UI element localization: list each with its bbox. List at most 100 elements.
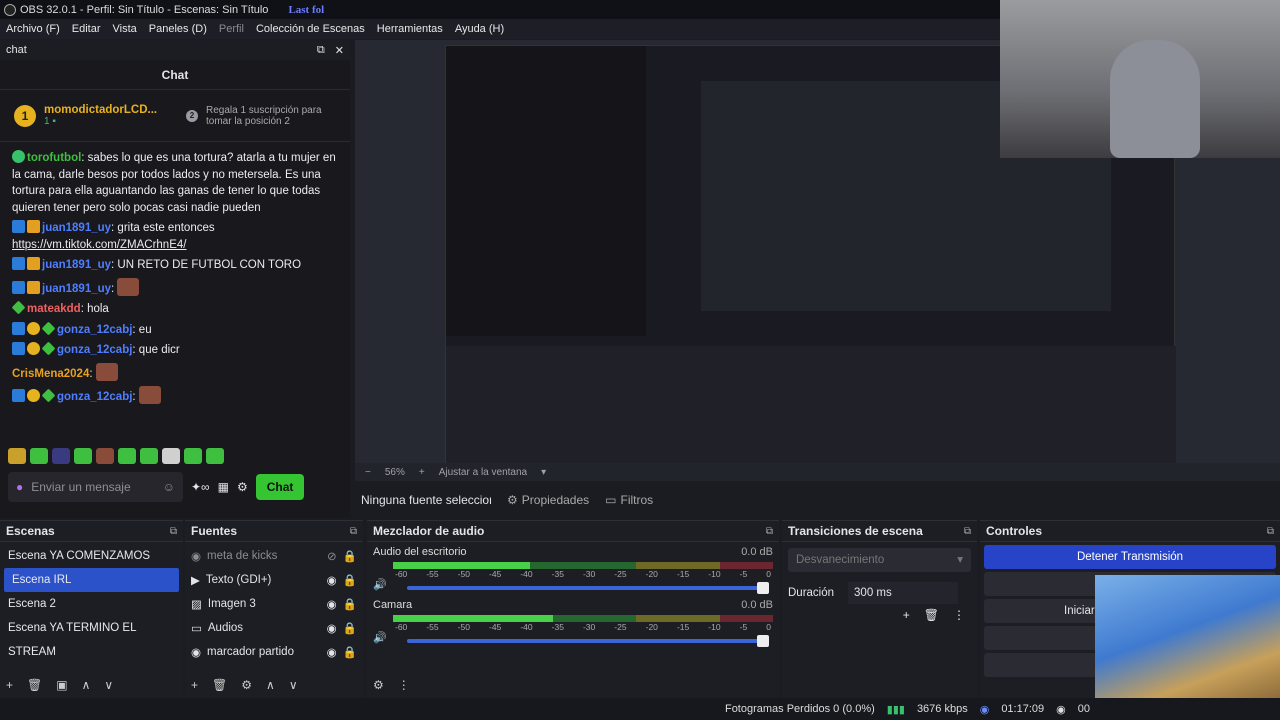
chat-user[interactable]: CrisMena2024 [12,368,89,380]
add-icon[interactable]: + [6,678,13,692]
emote-icon[interactable] [206,448,224,464]
menu-editar[interactable]: Editar [66,23,107,35]
chat-user[interactable]: mateakdd [27,303,81,315]
points-icon[interactable]: ✦∞ [191,480,210,494]
menu-coleccion[interactable]: Colección de Escenas [250,23,371,35]
emote-icon[interactable] [140,448,158,464]
chat-link[interactable]: https://vm.tiktok.com/ZMACrhnE4/ [12,239,186,251]
speaker-icon[interactable]: 🔊 [373,631,387,644]
volume-slider[interactable] [406,634,769,647]
undock-icon[interactable]: ⧉ [350,526,357,537]
trash-icon[interactable]: 🗑 [924,608,939,622]
emote-icon[interactable] [8,448,26,464]
transition-select[interactable]: Desvanecimiento ▾ [788,548,971,572]
mic-icon[interactable]: ● [16,480,23,494]
chat-user[interactable]: gonza_12cabj [57,324,132,336]
settings-icon[interactable]: ⚙ [237,480,248,494]
chat-user[interactable]: juan1891_uy [42,283,111,295]
down-icon[interactable]: ∨ [289,678,298,692]
zoom-out-icon[interactable]: − [365,467,371,478]
volume-slider[interactable] [406,581,769,594]
menu-ayuda[interactable]: Ayuda (H) [449,23,510,35]
down-icon[interactable]: ∨ [104,678,113,692]
gear-icon[interactable]: ⚙ [373,678,384,692]
add-icon[interactable]: + [903,608,910,622]
add-icon[interactable]: + [191,678,198,692]
emoji-icon[interactable]: ☺ [163,480,175,494]
scene-item[interactable]: Escena YA COMENZAMOS [0,544,183,568]
bitrate: 3676 kbps [916,703,968,715]
menu-perfil[interactable]: Perfil [213,23,250,35]
eye-icon[interactable]: ◉ [327,621,337,635]
slider-knob[interactable] [757,634,769,647]
source-item[interactable]: ▨ Imagen 3 ◉ 🔒 [185,592,363,616]
chat-user[interactable]: juan1891_uy [42,222,111,234]
source-item[interactable]: ▶ Texto (GDI+) ◉ 🔒 [185,568,363,592]
chat-user[interactable]: gonza_12cabj [57,344,132,356]
chat-user[interactable]: juan1891_uy [42,259,111,271]
eye-icon[interactable]: ◉ [327,645,337,659]
leader-name[interactable]: momodictadorLCD... [44,104,178,116]
menu-paneles[interactable]: Paneles (D) [143,23,213,35]
more-icon[interactable]: ⋮ [953,608,965,622]
lock-icon[interactable]: 🔒 [343,597,357,611]
scene-item[interactable]: Escena 2 [0,592,183,616]
track-name: Audio del escritorio [373,546,467,558]
stream-time: 01:17:09 [1001,703,1045,715]
stop-stream-button[interactable]: Detener Transmisión [984,545,1276,569]
zoom-in-icon[interactable]: + [419,467,425,478]
float-icon[interactable]: ⧉ [317,44,325,57]
emote-icon[interactable] [162,448,180,464]
emote-icon[interactable] [118,448,136,464]
store-icon[interactable]: ▦ [218,480,229,494]
eye-hidden-icon[interactable]: ⊘ [327,549,337,563]
undock-icon[interactable]: ⧉ [766,526,773,537]
slider-knob[interactable] [757,581,769,594]
trash-icon[interactable]: 🗑 [212,678,227,692]
properties-button[interactable]: ⚙ Propiedades [507,493,589,507]
track-db: 0.0 dB [741,546,773,558]
emote-icon[interactable] [184,448,202,464]
emote-icon[interactable] [74,448,92,464]
undock-icon[interactable]: ⧉ [170,526,177,537]
source-item[interactable]: ▭ Audios ◉ 🔒 [185,616,363,640]
more-icon[interactable]: ⋮ [398,678,410,692]
speaker-icon[interactable]: 🔊 [373,578,387,591]
chat-user[interactable]: torofutbol [27,152,81,164]
lock-icon[interactable]: 🔒 [343,573,357,587]
eye-icon[interactable]: ◉ [327,573,337,587]
gear-icon[interactable]: ⚙ [241,678,252,692]
filter-icon[interactable]: ▣ [56,678,67,692]
source-item[interactable]: ◉ meta de kicks ⊘ 🔒 [185,544,363,568]
lock-icon[interactable]: 🔒 [343,549,357,563]
menu-vista[interactable]: Vista [107,23,143,35]
source-item[interactable]: ◉ marcador partido ◉ 🔒 [185,640,363,664]
emote-icon[interactable] [52,448,70,464]
filters-button[interactable]: ▭ Filtros [605,493,653,507]
menu-herramientas[interactable]: Herramientas [371,23,449,35]
lock-icon[interactable]: 🔒 [343,645,357,659]
chat-dock: chat ⧉ ✕ Chat 1 momodictadorLCD... 1 ▪ 2… [0,40,350,518]
meter-level [393,562,530,569]
scene-item-selected[interactable]: Escena IRL [4,568,179,592]
emote-icon[interactable] [30,448,48,464]
chevron-down-icon[interactable]: ▾ [541,467,546,478]
undock-icon[interactable]: ⧉ [964,526,971,537]
emote-icon[interactable] [96,448,114,464]
crown-icon [27,257,40,270]
up-icon[interactable]: ∧ [266,678,275,692]
undock-icon[interactable]: ⧉ [1267,526,1274,537]
close-icon[interactable]: ✕ [335,44,344,57]
fit-window-button[interactable]: Ajustar a la ventana [439,467,527,478]
scene-item[interactable]: Escena YA TERMINO EL STREAM [0,616,183,658]
chat-input[interactable]: ● Enviar un mensaje ☺ [8,472,183,502]
chat-send-button[interactable]: Chat [255,474,305,500]
trash-icon[interactable]: 🗑 [27,678,42,692]
up-icon[interactable]: ∧ [82,678,91,692]
eye-icon[interactable]: ◉ [327,597,337,611]
menu-archivo[interactable]: Archivo (F) [0,23,66,35]
lock-icon[interactable]: 🔒 [343,621,357,635]
chat-user[interactable]: gonza_12cabj [57,391,132,403]
source-label: meta de kicks [207,550,278,562]
duration-input[interactable]: 300 ms [848,582,959,604]
